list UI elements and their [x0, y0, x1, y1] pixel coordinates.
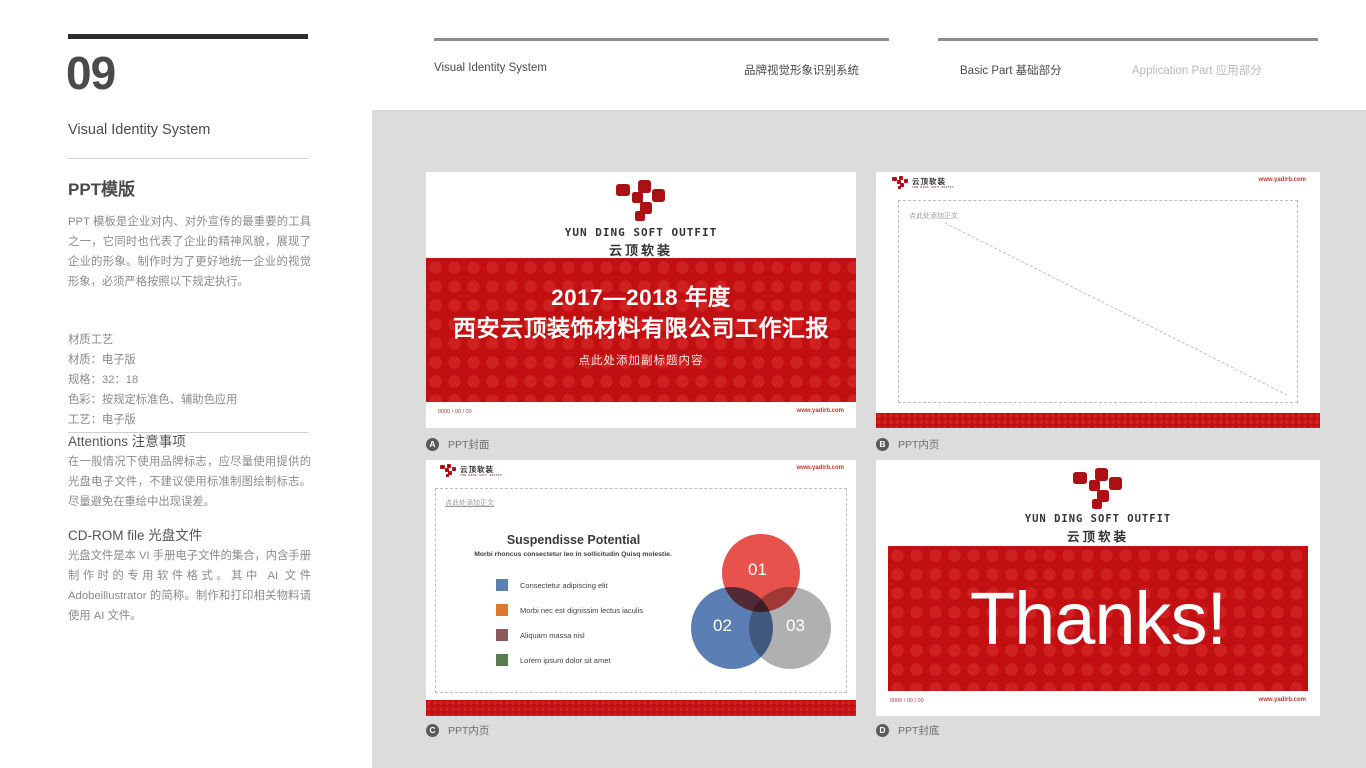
slide-d-caption: D PPT封底: [876, 723, 939, 738]
page-title: PPT模版: [68, 180, 136, 199]
venn-label-03: 03: [786, 616, 805, 635]
legend-swatch: [496, 654, 508, 666]
chart-headline: Suspendisse Potential: [506, 533, 641, 547]
legend-swatch: [496, 579, 508, 591]
legend-swatch: [496, 604, 508, 616]
top-navigation: Visual Identity System 品牌视觉形象识别系统 Basic …: [372, 0, 1366, 110]
legend-label: Consectetur adipiscing elit: [520, 580, 608, 590]
cover-title-line1: 2017—2018 年度: [551, 285, 731, 310]
slide-d-red-band: Thanks!: [888, 546, 1308, 691]
logo-chinese-text: 云顶软装: [608, 243, 673, 258]
sidebar-body-paragraph: PPT 模板是企业对内、对外宣传的最重要的工具之一，它同时也代表了企业的精神风貌…: [68, 216, 311, 288]
sidebar-spec-line-2: 规格：32：18: [68, 374, 139, 386]
brand-logo-icon-small-b: [892, 176, 908, 190]
slide-b-caption-text: PPT内页: [898, 439, 940, 451]
slide-b-url: www.yadirb.com: [1258, 177, 1306, 183]
logo-english-text: YUN DING SOFT OUTFIT: [564, 226, 718, 239]
slide-b-badge: B: [876, 438, 889, 451]
slide-c-content-box[interactable]: 点此处添加正文 Suspendisse Potential Morbi rhon…: [435, 488, 847, 693]
slide-b-content-box[interactable]: 点此处添加正文: [898, 200, 1298, 403]
sidebar-spec-line-0: 材质工艺: [68, 334, 114, 346]
sidebar-top-rule: [68, 34, 308, 39]
nav-rule-right: [938, 38, 1318, 41]
sidebar-divider-1: [68, 158, 308, 159]
slide-c-red-footer-bar: [426, 700, 856, 716]
section-number: 09: [66, 47, 116, 99]
brand-logo-icon: [616, 180, 666, 222]
slide-c-caption-text: PPT内页: [448, 725, 490, 737]
slide-d-date-stamp: 0000 / 00 / 00: [890, 698, 924, 704]
sidebar: 09 Visual Identity System PPT模版 PPT 模板是企…: [0, 0, 372, 768]
slide-b-logo-english: YUN DING SOFT OUTFIT: [912, 185, 955, 189]
legend-swatch: [496, 629, 508, 641]
attentions-title: Attentions 注意事项: [68, 434, 186, 449]
slide-d-url: www.yadirb.com: [1258, 697, 1306, 703]
slide-card-c[interactable]: 云顶软装 YUN DING SOFT OUTFIT www.yadirb.com…: [426, 460, 856, 716]
slide-d-caption-text: PPT封底: [898, 725, 940, 737]
cover-subtitle: 点此处添加副标题内容: [578, 355, 704, 367]
slide-a-caption-text: PPT封面: [448, 439, 490, 451]
slide-b-caption: B PPT内页: [876, 437, 939, 452]
sidebar-spec-line-3: 色彩：按规定标准色、辅助色应用: [68, 394, 238, 406]
nav-tab-application-part[interactable]: Application Part 应用部分: [1132, 62, 1262, 78]
brand-logo-icon-small-c: [440, 464, 456, 478]
legend-label: Aliquam massa nisl: [520, 630, 585, 640]
slide-card-d[interactable]: YUN DING SOFT OUTFIT 云顶软装 Thanks! 0000 /…: [876, 460, 1320, 716]
nav-label-vis-cn: 品牌视觉形象识别系统: [744, 65, 859, 77]
slide-c-placeholder-text[interactable]: 点此处添加正文: [445, 498, 494, 508]
slide-d-badge: D: [876, 724, 889, 737]
sidebar-subtitle: Visual Identity System: [68, 122, 211, 138]
slide-a-date-stamp: 0000 / 00 / 00: [438, 409, 472, 415]
slide-c-url: www.yadirb.com: [796, 465, 844, 471]
cdrom-body: 光盘文件是本 VI 手册电子文件的集合，内含手册制作时的专用软件格式。其中 AI…: [68, 550, 311, 622]
cdrom-title: CD-ROM file 光盘文件: [68, 528, 203, 543]
sidebar-spec-line-4: 工艺：电子版: [68, 414, 136, 426]
legend-label: Lorem ipsum dolor sit amet: [520, 655, 611, 665]
slide-c-caption: C PPT内页: [426, 723, 489, 738]
cover-title-line2: 西安云顶装饰材料有限公司工作汇报: [453, 315, 829, 341]
slide-d-logo-english: YUN DING SOFT OUTFIT: [1024, 513, 1172, 525]
slide-b-red-footer-bar: [876, 413, 1320, 428]
legend-item: Lorem ipsum dolor sit amet: [496, 654, 610, 666]
slide-b-diagonal-guide: [944, 222, 1288, 396]
slide-a-url: www.yadirb.com: [796, 408, 844, 414]
slide-a-caption: A PPT封面: [426, 437, 489, 452]
venn-label-01: 01: [748, 560, 767, 579]
venn-diagram: 01 02 03: [691, 534, 831, 679]
slide-c-badge: C: [426, 724, 439, 737]
slide-b-header: 云顶软装 YUN DING SOFT OUTFIT www.yadirb.com: [876, 172, 1320, 198]
venn-label-02: 02: [713, 616, 732, 635]
slide-card-b[interactable]: 云顶软装 YUN DING SOFT OUTFIT www.yadirb.com…: [876, 172, 1320, 428]
slide-d-footer: 0000 / 00 / 00 www.yadirb.com: [876, 691, 1320, 716]
legend-item: Consectetur adipiscing elit: [496, 579, 608, 591]
nav-label-vis-en: Visual Identity System: [434, 62, 547, 74]
slide-card-a[interactable]: YUN DING SOFT OUTFIT 云顶软装 2017—2018 年度 西…: [426, 172, 856, 428]
slide-d-header: YUN DING SOFT OUTFIT 云顶软装: [876, 460, 1320, 544]
legend-label: Morbi nec est dignissim lectus iaculis: [520, 605, 643, 615]
slide-d-logo-chinese: 云顶软装: [1066, 530, 1129, 544]
slide-c-header: 云顶软装 YUN DING SOFT OUTFIT www.yadirb.com: [426, 460, 856, 486]
attentions-body: 在一般情况下使用品牌标志，应尽量使用提供的光盘电子文件，不建议使用标准制图绘制标…: [68, 456, 311, 508]
slide-a-footer: 0000 / 00 / 00 www.yadirb.com: [426, 402, 856, 428]
legend-item: Aliquam massa nisl: [496, 629, 585, 641]
brand-logo-icon-d: [1073, 468, 1123, 510]
nav-tab-basic-part[interactable]: Basic Part 基础部分: [960, 62, 1062, 78]
thanks-text: Thanks!: [969, 577, 1227, 660]
legend-item: Morbi nec est dignissim lectus iaculis: [496, 604, 643, 616]
slide-c-logo-english: YUN DING SOFT OUTFIT: [460, 473, 503, 477]
slide-a-red-band: 2017—2018 年度 西安云顶装饰材料有限公司工作汇报 点此处添加副标题内容: [426, 258, 856, 402]
sidebar-spec-line-1: 材质：电子版: [68, 354, 136, 366]
chart-subhead: Morbi rhoncus consectetur leo in sollici…: [474, 551, 672, 558]
slide-a-badge: A: [426, 438, 439, 451]
nav-rule-left: [434, 38, 889, 41]
slide-a-header: YUN DING SOFT OUTFIT 云顶软装: [426, 172, 856, 258]
